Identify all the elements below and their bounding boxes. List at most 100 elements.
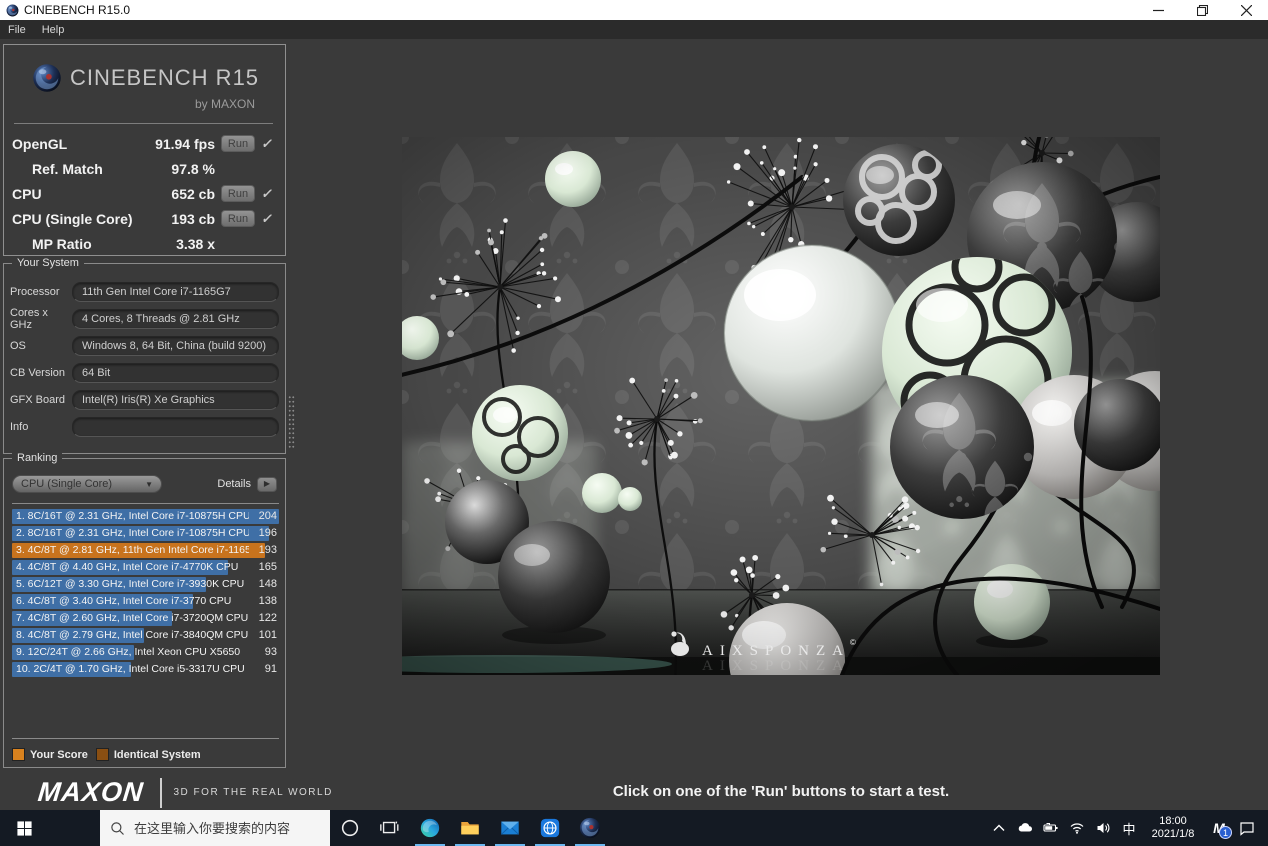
ranking-title: Ranking [12,452,63,464]
system-field-label: OS [10,339,26,352]
taskbar-app-cinebench[interactable] [570,810,610,846]
panel-splitter-handle[interactable] [288,395,295,449]
file-explorer-icon [459,817,481,839]
run-button[interactable]: Run [221,135,255,152]
ranking-row[interactable]: 9. 12C/24T @ 2.66 GHz, Intel Xeon CPU X5… [12,645,279,660]
aixsponza-text: AIXSPONZA [702,643,850,659]
taskbar: 中 18:00 2021/1/8 M1 [0,810,1268,846]
ranking-score: 204 [258,510,277,522]
legend-label: Identical System [113,748,201,761]
check-icon[interactable]: ✓ [260,136,278,152]
taskbar-app-mail[interactable] [490,810,530,846]
system-field-value[interactable] [72,416,279,437]
status-message: Click on one of the 'Run' buttons to sta… [612,783,950,800]
system-field-value[interactable] [72,281,279,302]
benchmark-result-row: MP Ratio 3.38 x Run ✓ [6,231,283,256]
app-icon [6,4,19,17]
cinebench-logo-title: CINEBENCH R15 [70,65,260,90]
your-system-title: Your System [12,257,84,269]
ranking-row[interactable]: 2. 8C/16T @ 2.31 GHz, Intel Core i7-1087… [12,526,279,541]
volume-icon[interactable] [1090,810,1116,846]
clock-date: 2021/1/8 [1151,828,1195,840]
task-view-button[interactable] [370,810,410,846]
edge-icon [419,817,441,839]
ranking-label: 4. 4C/8T @ 4.40 GHz, Intel Core i7-4770K… [16,561,239,573]
ranking-score: 148 [258,578,277,590]
taskbar-app-edge[interactable] [410,810,450,846]
cinebench-logo-subtitle: by MAXON [194,97,255,111]
benchmark-result-row: Ref. Match 97.8 % Run ✓ [6,156,283,181]
m-tray-icon[interactable]: M1 [1204,810,1234,846]
legend-swatch [95,748,109,761]
taskbar-app-file-explorer[interactable] [450,810,490,846]
start-button[interactable] [0,810,48,846]
ranking-row[interactable]: 5. 6C/12T @ 3.30 GHz, Intel Core i7-3930… [12,577,279,592]
cinebench-icon [579,817,601,839]
wifi-icon[interactable] [1064,810,1090,846]
taskbar-search[interactable] [100,810,330,846]
ranking-row[interactable]: 8. 4C/8T @ 2.79 GHz, Intel Core i7-3840Q… [12,628,279,643]
check-icon[interactable]: ✓ [260,186,278,202]
maxon-tagline: 3D FOR THE REAL WORLD [173,787,333,798]
restore-button[interactable] [1180,0,1224,20]
ranking-score: 193 [258,544,277,556]
ranking-row[interactable]: 1. 8C/16T @ 2.31 GHz, Intel Core i7-1087… [12,509,279,524]
ranking-score: 122 [258,612,277,624]
ranking-row[interactable]: 6. 4C/8T @ 3.40 GHz, Intel Core i7-3770 … [12,594,279,609]
menu-help[interactable]: Help [42,24,65,36]
benchmark-value: 97.8 % [171,160,215,177]
action-center-button[interactable] [1234,810,1260,846]
system-info-row: CB Version [4,359,285,386]
system-field-label: Processor [10,285,60,298]
system-field-label: Cores x GHz [10,306,48,331]
ranking-score: 138 [258,595,277,607]
check-icon[interactable]: ✓ [260,211,278,227]
ime-indicator[interactable]: 中 [1116,810,1142,846]
legend-swatch [12,748,25,761]
system-field-value[interactable] [72,308,279,329]
ranking-label: 7. 4C/8T @ 2.60 GHz, Intel Core i7-3720Q… [16,612,249,624]
ranking-score: 196 [258,527,277,539]
ranking-row[interactable]: 3. 4C/8T @ 2.81 GHz, 11th Gen Intel Core… [12,543,279,558]
menu-file[interactable]: File [8,24,26,36]
ranking-row[interactable]: 4. 4C/8T @ 4.40 GHz, Intel Core i7-4770K… [12,560,279,575]
battery-icon[interactable] [1038,810,1064,846]
tray-expand-button[interactable] [986,810,1012,846]
benchmark-value: 652 cb [171,185,215,202]
ranking-category-dropdown[interactable]: CPU (Single Core) ▼ [12,475,162,493]
system-tray: 中 18:00 2021/1/8 M1 [986,810,1268,846]
benchmark-label: CPU [12,185,42,202]
minimize-button[interactable] [1136,0,1180,20]
benchmark-label: CPU (Single Core) [12,210,133,227]
ranking-row[interactable]: 7. 4C/8T @ 2.60 GHz, Intel Core i7-3720Q… [12,611,279,626]
desktop: CINEBENCH R15.0 File Help CINEBENCH R15 … [0,0,1268,846]
maxon-logo: MAXON [36,777,146,807]
run-button[interactable]: Run [221,210,255,227]
svg-text:©: © [850,638,856,647]
ranking-category-value: CPU (Single Core) [21,478,113,490]
cortana-button[interactable] [330,810,370,846]
ranking-label: 9. 12C/24T @ 2.66 GHz, Intel Xeon CPU X5… [16,646,241,658]
legend-label: Your Score [30,748,88,761]
details-button[interactable]: ▶ [257,476,277,492]
system-info-row: GFX Board [4,386,285,413]
your-system-panel: Your System Processor Cores x GHz OS CB … [3,257,286,454]
search-input[interactable] [134,820,320,836]
browser-icon [539,817,561,839]
benchmark-value: 193 cb [171,210,215,227]
system-field-value[interactable] [72,362,279,383]
ranking-row[interactable]: 10. 2C/4T @ 1.70 GHz, Intel Core i5-3317… [12,662,279,677]
system-field-value[interactable] [72,335,279,356]
system-field-value[interactable] [72,389,279,410]
onedrive-icon[interactable] [1012,810,1038,846]
taskbar-app-browser[interactable] [530,810,570,846]
run-button[interactable]: Run [221,185,255,202]
ranking-score: 165 [258,561,277,573]
maxon-footer: MAXON 3D FOR THE REAL WORLD [36,777,333,808]
ranking-label: 3. 4C/8T @ 2.81 GHz, 11th Gen Intel Core… [16,544,249,556]
divider [12,503,279,504]
benchmark-result-row: CPU 652 cb Run ✓ [6,181,283,206]
close-button[interactable] [1224,0,1268,20]
system-info-row: Info [4,413,285,440]
clock[interactable]: 18:00 2021/1/8 [1142,815,1204,841]
